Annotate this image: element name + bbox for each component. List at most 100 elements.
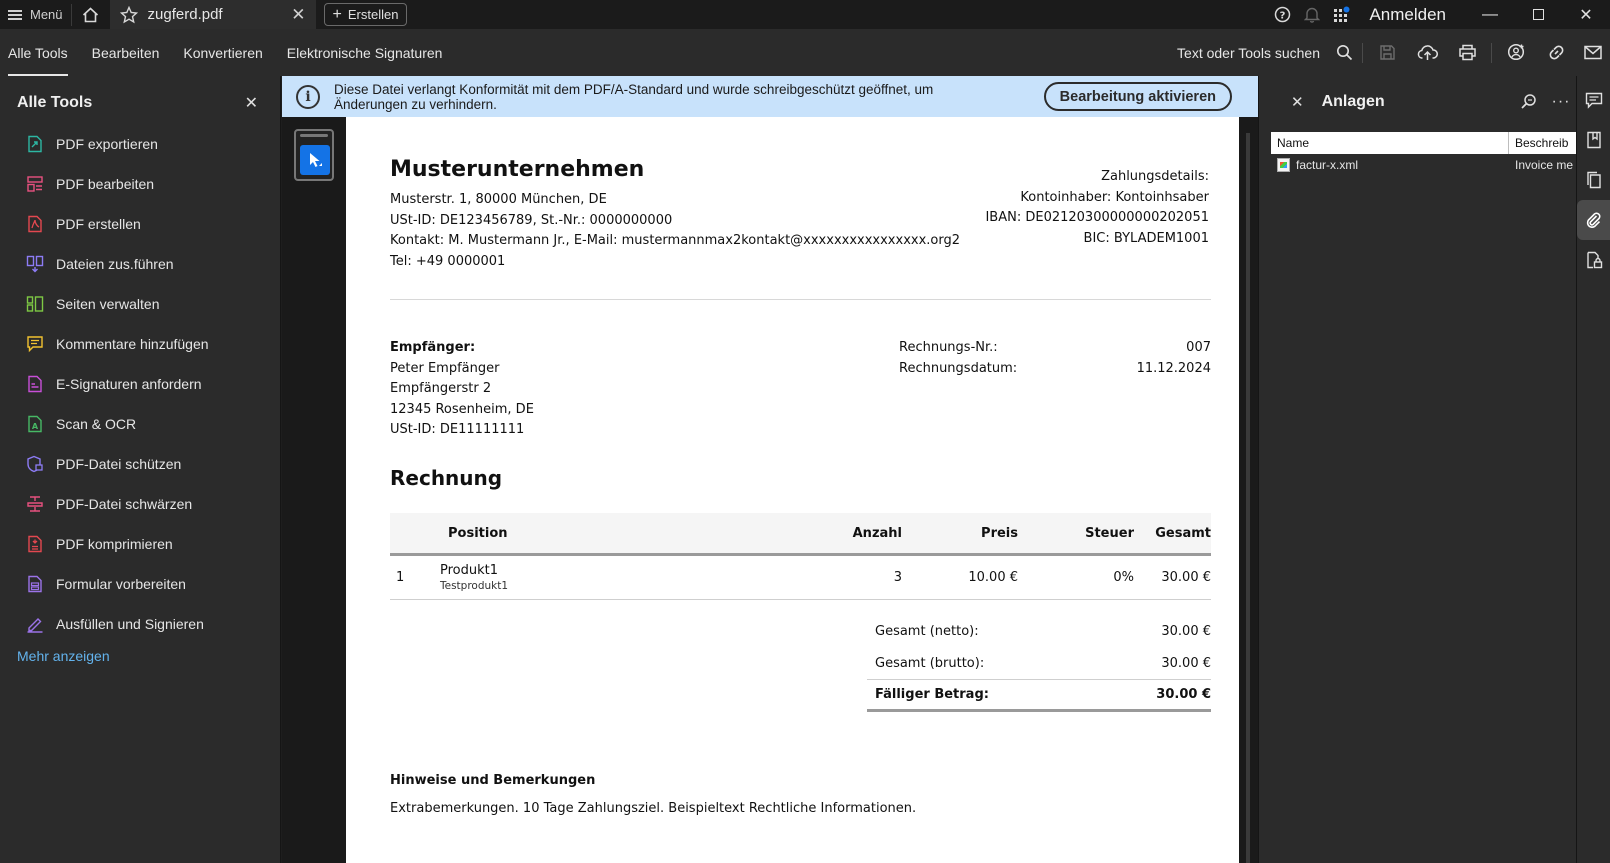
comments-panel-button[interactable] <box>1577 80 1610 120</box>
compress-pdf-icon <box>28 535 42 553</box>
share-user-button[interactable] <box>1496 29 1536 76</box>
menu-button[interactable]: Menü <box>0 0 71 29</box>
apps-button[interactable] <box>1327 0 1357 29</box>
tab-convert[interactable]: Konvertieren <box>175 29 270 76</box>
document-tab[interactable]: zugferd.pdf ✕ <box>109 0 316 29</box>
info-icon: i <box>296 84 320 109</box>
scan-ocr-icon: A <box>28 415 42 433</box>
tool-organize-pages[interactable]: Seiten verwalten <box>0 284 280 324</box>
close-attachments-icon[interactable]: ✕ <box>1291 93 1304 111</box>
tab-edit[interactable]: Bearbeiten <box>84 29 168 76</box>
search-attachment-button[interactable] <box>1513 93 1545 111</box>
drag-handle[interactable] <box>300 134 328 137</box>
recipient-block: Empfänger: Peter Empfänger Empfängerstr … <box>390 340 534 437</box>
tool-request-esignatures[interactable]: E-Signaturen anfordern <box>0 364 280 404</box>
notes-text: Extrabemerkungen. 10 Tage Zahlungsziel. … <box>390 801 917 816</box>
help-button[interactable]: ? <box>1267 0 1297 29</box>
close-window-button[interactable]: ✕ <box>1562 0 1610 29</box>
login-button[interactable]: Anmelden <box>1357 5 1466 25</box>
column-name[interactable]: Name <box>1271 132 1509 154</box>
totals-block: Gesamt (netto): 30.00 € Gesamt (brutto):… <box>867 615 1211 712</box>
search-tools-label[interactable]: Text oder Tools suchen <box>1177 45 1320 61</box>
pages-panel-button[interactable] <box>1577 160 1610 200</box>
title-bar: Menü zugferd.pdf ✕ + Erstellen ? Anmelde… <box>0 0 1610 29</box>
tab-e-signatures[interactable]: Elektronische Signaturen <box>279 29 451 76</box>
attachments-table: Name Beschreib factur-x.xml Invoice me <box>1271 132 1577 176</box>
tool-redact-pdf[interactable]: PDF-Datei schwärzen <box>0 484 280 524</box>
notifications-button[interactable] <box>1297 0 1327 29</box>
maximize-icon <box>1532 9 1544 20</box>
bookmark-icon <box>1587 131 1601 149</box>
tab-all-tools[interactable]: Alle Tools <box>0 29 76 76</box>
star-icon[interactable] <box>119 5 138 24</box>
right-tool-rail <box>1576 76 1610 863</box>
table-header: Position Anzahl Preis Steuer Gesamt <box>390 513 1211 556</box>
show-more-link[interactable]: Mehr anzeigen <box>0 644 280 668</box>
tab-title: zugferd.pdf <box>147 6 223 23</box>
search-button[interactable] <box>1330 29 1358 76</box>
email-button[interactable] <box>1576 29 1610 76</box>
pdfa-notice-banner: i Diese Datei verlangt Konformität mit d… <box>282 76 1258 117</box>
invoice-meta: Rechnungs-Nr.: 007 Rechnungsdatum: 11.12.2… <box>899 338 1211 379</box>
fill-sign-icon <box>27 618 43 633</box>
save-button[interactable] <box>1367 29 1407 76</box>
svg-text:A: A <box>32 422 39 431</box>
invoice-date: 11.12.2024 <box>1136 360 1211 376</box>
close-tab-icon[interactable]: ✕ <box>291 5 305 25</box>
create-button[interactable]: + Erstellen <box>323 3 408 26</box>
invoice-heading: Rechnung <box>390 466 503 490</box>
request-esign-icon <box>28 375 42 393</box>
hamburger-icon <box>8 9 22 20</box>
document-viewer: i Diese Datei verlangt Konformität mit d… <box>282 76 1258 863</box>
organize-pages-icon <box>26 296 44 312</box>
column-description[interactable]: Beschreib <box>1509 136 1568 150</box>
main-toolbar: Alle Tools Bearbeiten Konvertieren Elekt… <box>0 29 1610 76</box>
notes-heading: Hinweise und Bemerkungen <box>390 773 596 788</box>
select-tool-button[interactable] <box>300 145 330 175</box>
security-panel-button[interactable] <box>1577 240 1610 280</box>
prepare-form-icon <box>28 575 42 593</box>
total-gross-row: Gesamt (brutto): 30.00 € <box>875 655 1211 671</box>
tool-protect-pdf[interactable]: PDF-Datei schützen <box>0 444 280 484</box>
combine-files-icon <box>26 255 44 273</box>
home-icon <box>82 6 99 22</box>
plus-icon: + <box>332 5 342 23</box>
paperclip-icon <box>1586 212 1601 228</box>
comment-icon <box>27 336 43 353</box>
more-options-icon[interactable]: ··· <box>1545 93 1577 111</box>
upload-cloud-button[interactable] <box>1407 29 1447 76</box>
document-scrollbar[interactable] <box>1246 133 1250 863</box>
cloud-upload-icon <box>1417 45 1438 60</box>
home-button[interactable] <box>72 0 110 29</box>
maximize-button[interactable] <box>1514 0 1562 29</box>
attachment-row[interactable]: factur-x.xml Invoice me <box>1271 154 1577 176</box>
tool-combine-files[interactable]: Dateien zus.führen <box>0 244 280 284</box>
tool-add-comments[interactable]: Kommentare hinzufügen <box>0 324 280 364</box>
close-panel-icon[interactable]: ✕ <box>245 93 258 113</box>
comment-icon <box>1585 92 1603 109</box>
export-pdf-icon <box>28 135 42 153</box>
table-header: Name Beschreib <box>1271 132 1577 154</box>
tool-fill-and-sign[interactable]: Ausfüllen und Signieren <box>0 604 280 644</box>
save-icon <box>1379 45 1395 60</box>
apps-grid-icon <box>1334 6 1350 22</box>
add-user-icon <box>1507 43 1524 61</box>
enable-editing-button[interactable]: Bearbeitung aktivieren <box>1043 82 1232 111</box>
bookmarks-panel-button[interactable] <box>1577 120 1610 160</box>
attachments-panel-button[interactable] <box>1577 200 1610 240</box>
tool-compress-pdf[interactable]: PDF komprimieren <box>0 524 280 564</box>
create-label: Erstellen <box>347 7 399 22</box>
tool-export-pdf[interactable]: PDF exportieren <box>0 124 280 164</box>
tool-create-pdf[interactable]: PDF erstellen <box>0 204 280 244</box>
print-button[interactable] <box>1447 29 1487 76</box>
payment-details: Zahlungsdetails: Kontoinhaber: Kontoinhs… <box>985 169 1209 246</box>
edit-pdf-icon <box>27 176 43 192</box>
tool-scan-ocr[interactable]: A Scan & OCR <box>0 404 280 444</box>
tool-edit-pdf[interactable]: PDF bearbeiten <box>0 164 280 204</box>
tool-prepare-form[interactable]: Formular vorbereiten <box>0 564 280 604</box>
link-icon <box>1549 45 1563 60</box>
all-tools-panel: Alle Tools ✕ PDF exportieren PDF bearbei… <box>0 76 281 863</box>
minimize-button[interactable]: — <box>1466 0 1514 29</box>
copy-link-button[interactable] <box>1536 29 1576 76</box>
search-attachment-icon <box>1521 94 1536 109</box>
